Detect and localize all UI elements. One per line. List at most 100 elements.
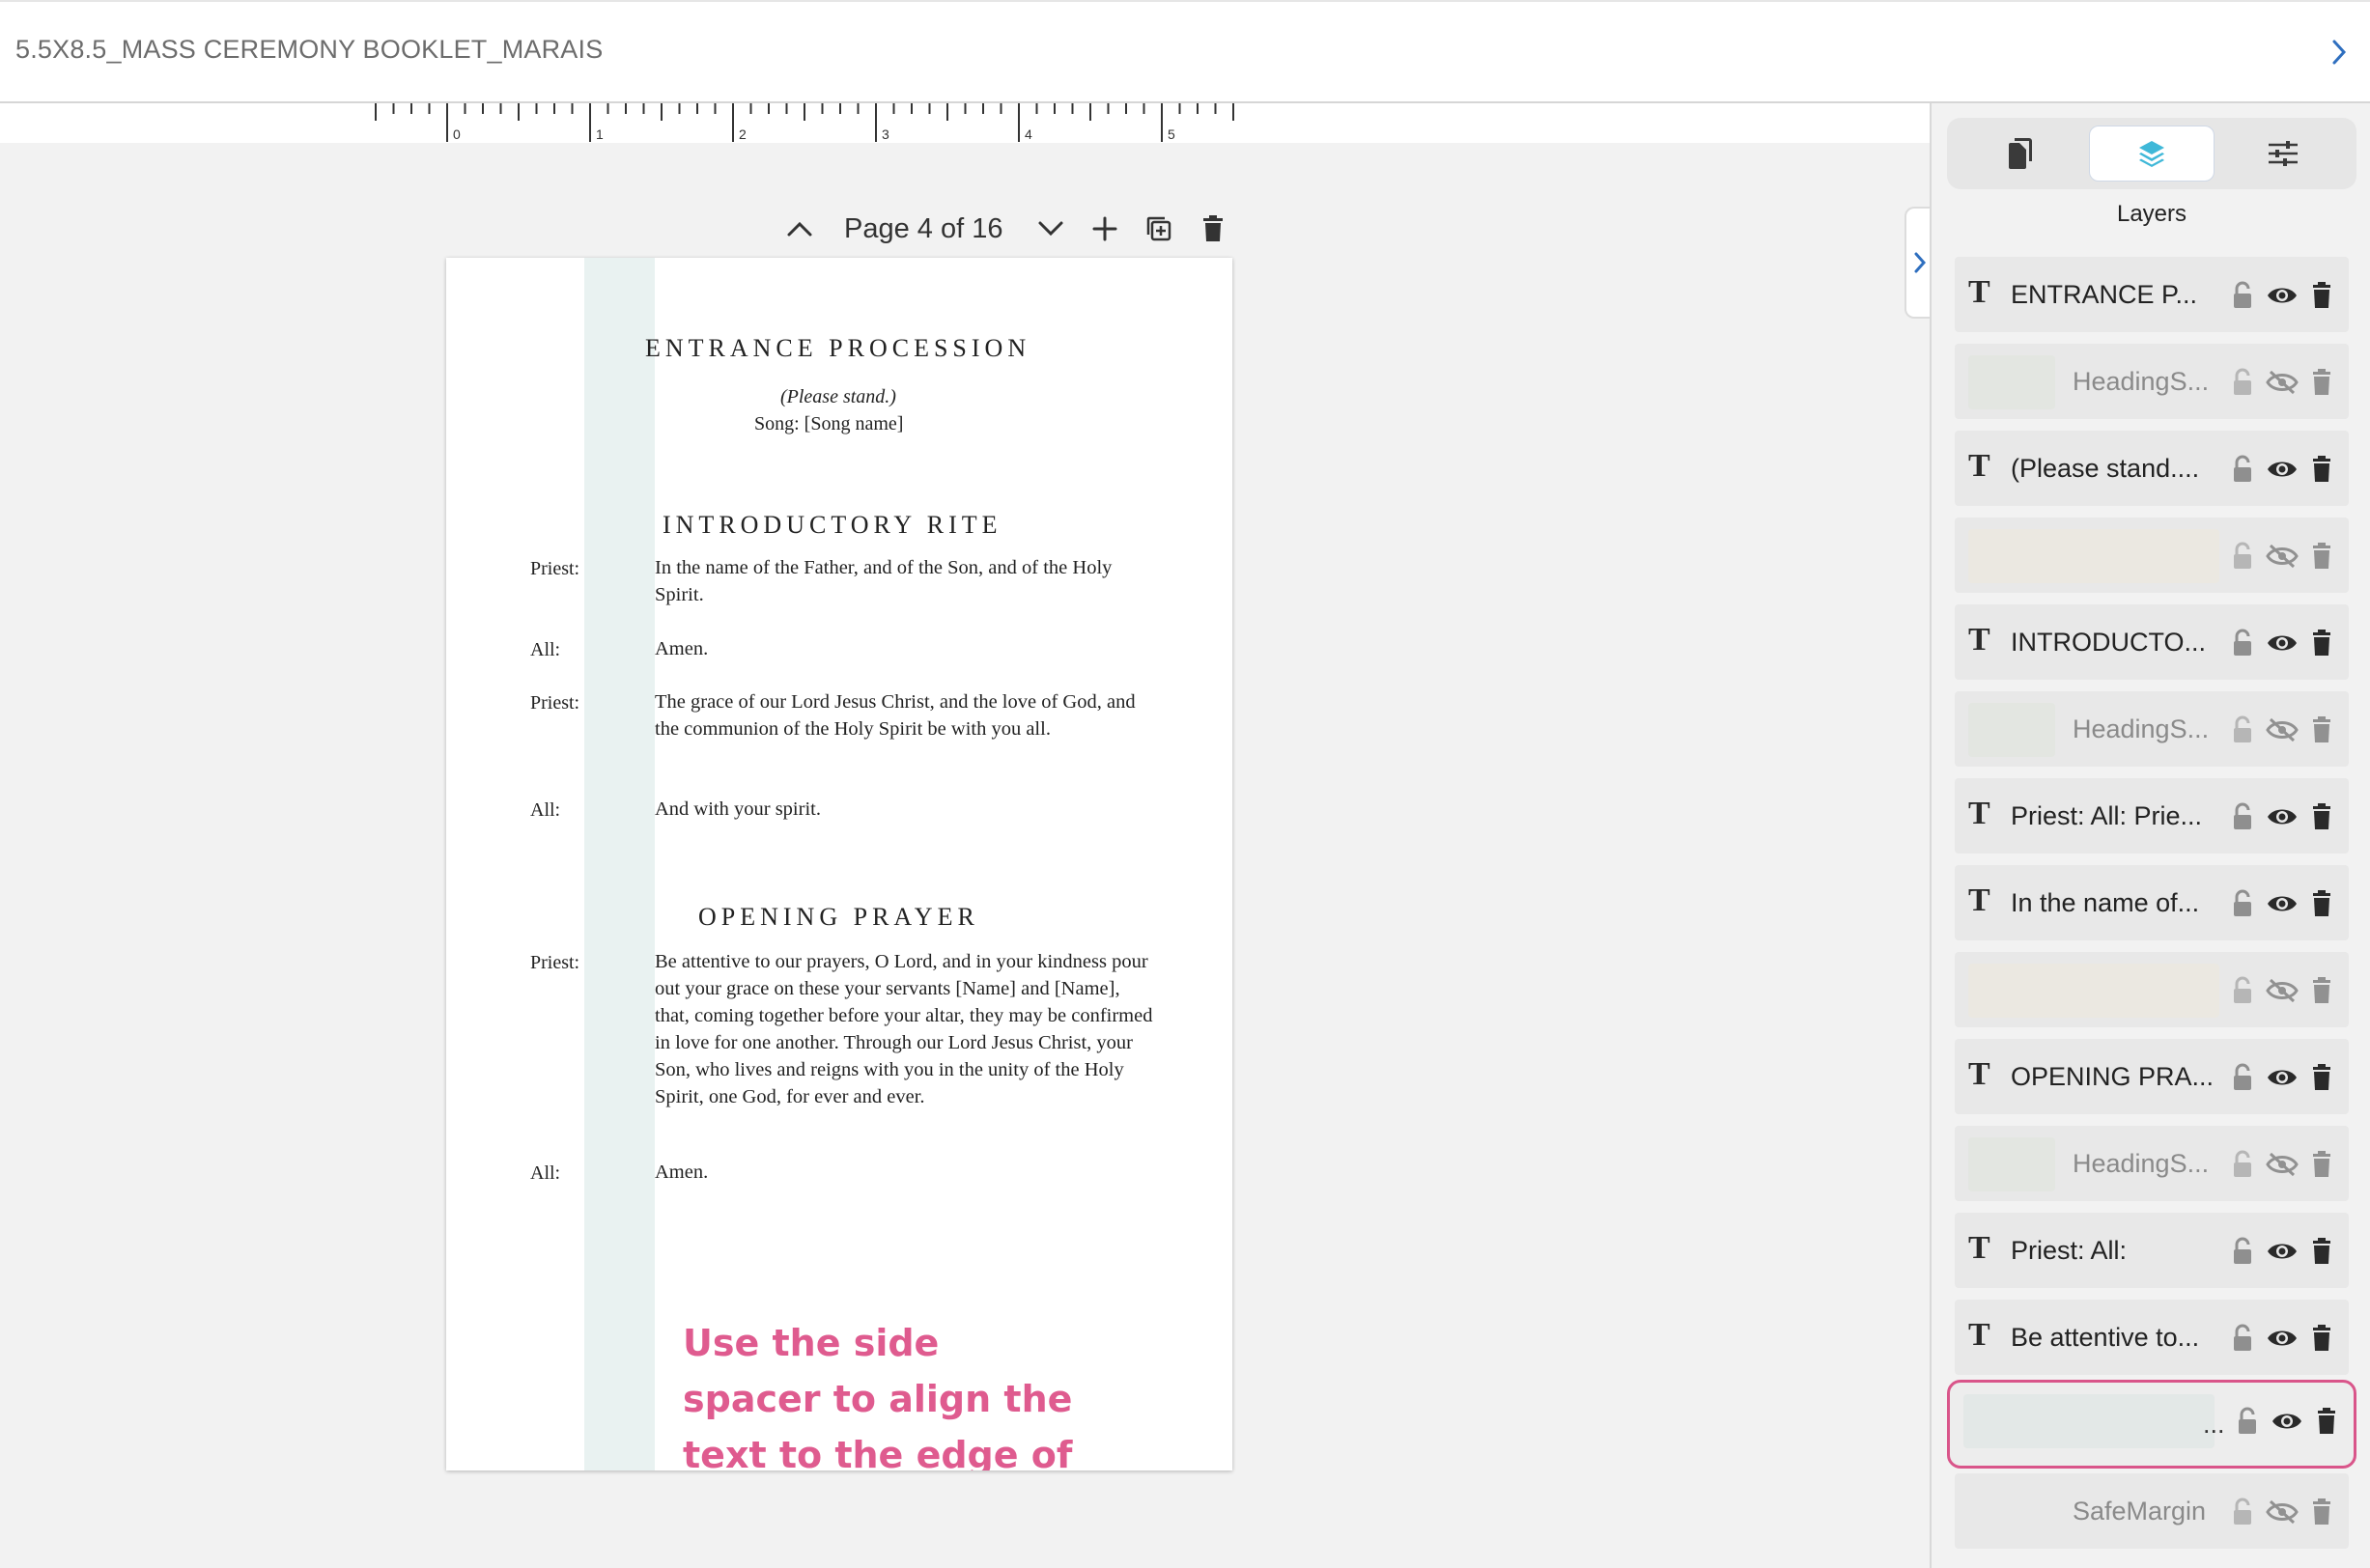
eye-icon[interactable] — [2265, 1058, 2299, 1097]
eye-icon[interactable] — [2265, 276, 2299, 315]
trash-icon[interactable] — [2304, 363, 2339, 402]
layer-row[interactable]: HeadingS... — [1955, 1126, 2349, 1201]
layer-actions — [2225, 537, 2339, 575]
app-window: 5.5X8.5_MASS CEREMONY BOOKLET_MARAIS 0 1 2… — [0, 0, 2370, 1568]
trash-icon[interactable] — [2304, 1232, 2339, 1271]
lock-icon[interactable] — [2225, 624, 2260, 662]
lock-icon[interactable] — [2225, 711, 2260, 749]
layer-row[interactable]: T INTRODUCTO... — [1955, 604, 2349, 680]
entrance-heading[interactable]: ENTRANCE PROCESSION — [645, 334, 1030, 363]
please-stand-text[interactable]: (Please stand.) — [780, 386, 896, 408]
trash-icon[interactable] — [2304, 884, 2339, 923]
trash-icon[interactable] — [2304, 624, 2339, 662]
layer-row[interactable]: T ENTRANCE P... — [1955, 257, 2349, 332]
eye-icon[interactable] — [2270, 1402, 2304, 1441]
layer-row[interactable] — [1955, 518, 2349, 593]
booklet-page[interactable]: ENTRANCE PROCESSION (Please stand.) Song… — [446, 258, 1232, 1470]
layer-row[interactable] — [1955, 952, 2349, 1027]
eye-off-icon[interactable] — [2265, 1493, 2299, 1531]
layer-row[interactable]: T (Please stand.... — [1955, 431, 2349, 506]
lock-icon[interactable] — [2225, 363, 2260, 402]
lock-icon[interactable] — [2225, 276, 2260, 315]
eye-icon[interactable] — [2265, 1232, 2299, 1271]
lock-icon[interactable] — [2230, 1402, 2265, 1441]
eye-off-icon[interactable] — [2265, 1145, 2299, 1184]
eye-icon[interactable] — [2265, 1319, 2299, 1358]
trash-icon[interactable] — [2304, 971, 2339, 1010]
trash-icon[interactable] — [2309, 1402, 2344, 1441]
dialogue-text[interactable]: In the name of the Father, and of the So… — [655, 554, 1138, 608]
dialogue-text[interactable]: Amen. — [655, 1159, 1138, 1186]
layer-actions — [2225, 276, 2339, 315]
opening-prayer-heading[interactable]: OPENING PRAYER — [698, 903, 979, 932]
layer-row[interactable]: HeadingS... — [1955, 344, 2349, 419]
add-page-button[interactable] — [1078, 202, 1132, 256]
layer-row[interactable]: T Priest: All: Prie... — [1955, 778, 2349, 854]
dialogue-text[interactable]: Be attentive to our prayers, O Lord, and… — [655, 948, 1157, 1110]
trash-icon[interactable] — [2304, 450, 2339, 489]
eye-off-icon[interactable] — [2265, 971, 2299, 1010]
layer-name: Priest: All: Prie... — [2011, 801, 2203, 830]
duplicate-page-button[interactable] — [1132, 202, 1186, 256]
lock-icon[interactable] — [2225, 884, 2260, 923]
lock-icon[interactable] — [2225, 1493, 2260, 1531]
eye-icon[interactable] — [2265, 798, 2299, 836]
trash-icon[interactable] — [2304, 276, 2339, 315]
dialogue-text[interactable]: And with your spirit. — [655, 796, 1138, 823]
delete-page-button[interactable] — [1186, 202, 1240, 256]
introductory-heading[interactable]: INTRODUCTORY RITE — [663, 511, 1002, 540]
eye-icon[interactable] — [2265, 884, 2299, 923]
lock-icon[interactable] — [2225, 971, 2260, 1010]
lock-icon[interactable] — [2225, 1058, 2260, 1097]
layer-row[interactable]: HeadingS... — [1955, 691, 2349, 767]
eye-icon[interactable] — [2265, 624, 2299, 662]
layer-name: SafeMargin — [2073, 1497, 2207, 1526]
layer-name: In the name of... — [2011, 888, 2200, 917]
speaker-label[interactable]: All: — [530, 639, 560, 661]
layer-row[interactable]: T Priest: All: — [1955, 1213, 2349, 1288]
dialogue-text[interactable]: The grace of our Lord Jesus Christ, and … — [655, 688, 1138, 742]
lock-icon[interactable] — [2225, 1232, 2260, 1271]
eye-off-icon[interactable] — [2265, 363, 2299, 402]
trash-icon[interactable] — [2304, 1319, 2339, 1358]
layer-row[interactable]: T Be attentive to... — [1955, 1300, 2349, 1375]
next-page-button[interactable] — [1024, 202, 1078, 256]
trash-icon[interactable] — [2304, 1493, 2339, 1531]
layer-row[interactable]: T OPENING PRA... — [1955, 1039, 2349, 1114]
tab-pages[interactable] — [1958, 126, 2083, 182]
trash-icon[interactable] — [2304, 798, 2339, 836]
eye-icon[interactable] — [2265, 450, 2299, 489]
lock-icon[interactable] — [2225, 537, 2260, 575]
side-spacer[interactable] — [584, 258, 655, 1470]
chevron-right-icon — [1914, 252, 1927, 273]
trash-icon[interactable] — [2304, 711, 2339, 749]
previous-page-button[interactable] — [773, 202, 827, 256]
eye-off-icon[interactable] — [2265, 537, 2299, 575]
speaker-label[interactable]: All: — [530, 1162, 560, 1185]
speaker-label[interactable]: All: — [530, 799, 560, 822]
speaker-label[interactable]: Priest: — [530, 692, 579, 714]
ruler[interactable]: 0 1 2 3 4 5 — [0, 103, 1930, 143]
lock-icon[interactable] — [2225, 450, 2260, 489]
song-text[interactable]: Song: [Song name] — [754, 413, 903, 435]
layer-row[interactable]: ... — [1947, 1380, 2356, 1469]
trash-icon[interactable] — [2304, 537, 2339, 575]
tab-settings[interactable] — [2220, 126, 2346, 182]
dialogue-text[interactable]: Amen. — [655, 635, 1138, 662]
lock-icon[interactable] — [2225, 798, 2260, 836]
tab-layers[interactable] — [2089, 126, 2215, 182]
layer-row[interactable]: SafeMargin — [1955, 1473, 2349, 1549]
layer-row[interactable]: T In the name of... — [1955, 865, 2349, 940]
canvas-area[interactable]: 012345 Page 4 of 16 ENTRANCE PROCESSION … — [0, 103, 1930, 1568]
trash-icon[interactable] — [2304, 1058, 2339, 1097]
speaker-label[interactable]: Priest: — [530, 558, 579, 580]
chevron-right-icon[interactable] — [2322, 33, 2356, 71]
speaker-label[interactable]: Priest: — [530, 952, 579, 974]
eye-off-icon[interactable] — [2265, 711, 2299, 749]
layer-thumbnail — [1963, 1394, 2215, 1448]
layer-name: Be attentive to... — [2011, 1323, 2200, 1352]
layer-actions — [2225, 1319, 2339, 1358]
lock-icon[interactable] — [2225, 1319, 2260, 1358]
trash-icon[interactable] — [2304, 1145, 2339, 1184]
lock-icon[interactable] — [2225, 1145, 2260, 1184]
